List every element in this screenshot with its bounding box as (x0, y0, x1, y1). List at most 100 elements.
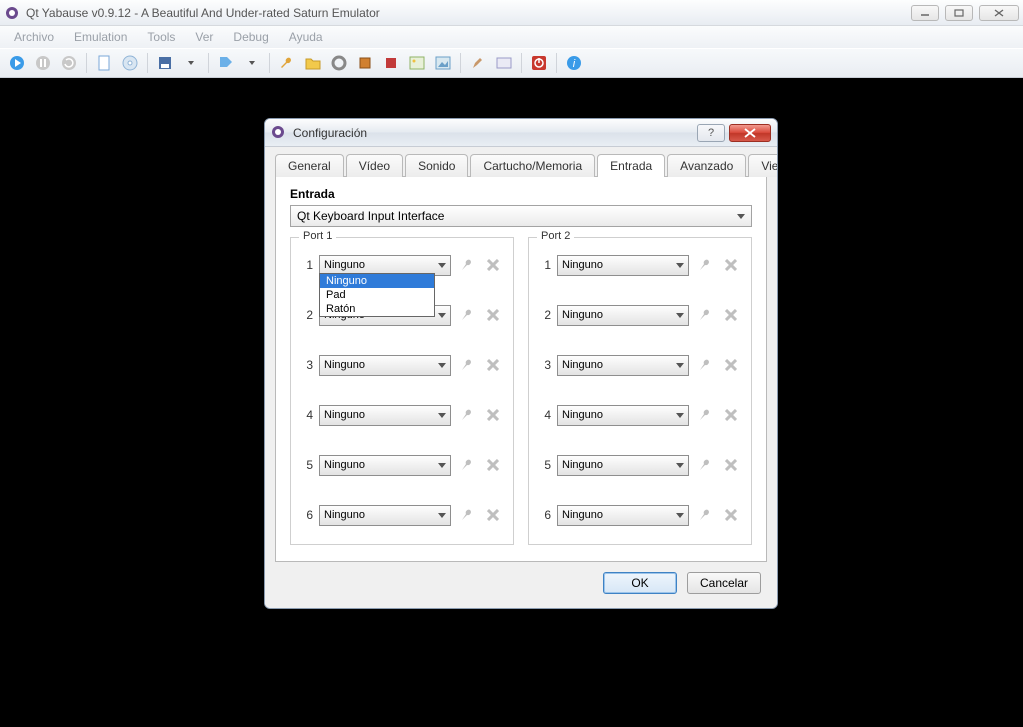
port2-slot1-select[interactable]: Ninguno (557, 255, 689, 276)
tab-general[interactable]: General (275, 154, 344, 177)
port1-slot6: 6 Ninguno (301, 502, 503, 528)
play-icon[interactable] (6, 52, 28, 74)
port1-slot6-select[interactable]: Ninguno (319, 505, 451, 526)
ok-button[interactable]: OK (603, 572, 677, 594)
maximize-button[interactable] (945, 5, 973, 21)
tag-icon[interactable] (215, 52, 237, 74)
config-dialog: Configuración ? General Vídeo Sonido Car… (264, 118, 778, 609)
clear-icon[interactable] (483, 355, 503, 375)
device-dropdown[interactable]: Ninguno Pad Ratón (319, 273, 435, 317)
port2-slot2-select[interactable]: Ninguno (557, 305, 689, 326)
port2-slot2: 2 Ninguno (539, 302, 741, 328)
reset-icon[interactable] (58, 52, 80, 74)
port1-slot4-select[interactable]: Ninguno (319, 405, 451, 426)
wrench-icon[interactable] (457, 455, 477, 475)
clear-icon[interactable] (483, 305, 503, 325)
wrench-icon[interactable] (695, 305, 715, 325)
clear-icon[interactable] (721, 355, 741, 375)
dialog-close-button[interactable] (729, 124, 771, 142)
app-icon (4, 5, 20, 21)
port2-slot5: 5 Ninguno (539, 452, 741, 478)
clear-icon[interactable] (721, 405, 741, 425)
clear-icon[interactable] (483, 405, 503, 425)
port1-slot5: 5 Ninguno (301, 452, 503, 478)
port1-slot3-select[interactable]: Ninguno (319, 355, 451, 376)
port2-slot3-select[interactable]: Ninguno (557, 355, 689, 376)
wrench-icon[interactable] (457, 305, 477, 325)
dropdown-option[interactable]: Pad (320, 288, 434, 302)
wrench-icon[interactable] (457, 355, 477, 375)
dialog-icon (271, 125, 287, 141)
save-dropdown-icon[interactable] (180, 52, 202, 74)
clear-icon[interactable] (483, 455, 503, 475)
wrench-icon[interactable] (457, 255, 477, 275)
disc-icon[interactable] (119, 52, 141, 74)
clear-icon[interactable] (721, 505, 741, 525)
cancel-button[interactable]: Cancelar (687, 572, 761, 594)
ring-icon[interactable] (328, 52, 350, 74)
window-title: Qt Yabause v0.9.12 - A Beautiful And Und… (26, 6, 911, 20)
clear-icon[interactable] (483, 255, 503, 275)
clear-icon[interactable] (721, 255, 741, 275)
card-icon[interactable] (493, 52, 515, 74)
tag-dropdown-icon[interactable] (241, 52, 263, 74)
wrench-icon[interactable] (276, 52, 298, 74)
port2-group: Port 2 1 Ninguno 2 Ninguno 3 (528, 237, 752, 545)
clear-icon[interactable] (721, 455, 741, 475)
picture-icon[interactable] (406, 52, 428, 74)
pause-icon[interactable] (32, 52, 54, 74)
image-icon[interactable] (432, 52, 454, 74)
dialog-title: Configuración (293, 126, 697, 140)
minimize-button[interactable] (911, 5, 939, 21)
clear-icon[interactable] (483, 505, 503, 525)
port2-slot4-select[interactable]: Ninguno (557, 405, 689, 426)
port1-slot3: 3 Ninguno (301, 352, 503, 378)
port2-slot5-select[interactable]: Ninguno (557, 455, 689, 476)
port2-slot6-select[interactable]: Ninguno (557, 505, 689, 526)
tab-video[interactable]: Vídeo (346, 154, 403, 177)
menu-emulation[interactable]: Emulation (64, 28, 137, 46)
brush-icon[interactable] (467, 52, 489, 74)
dropdown-option[interactable]: Ninguno (320, 274, 434, 288)
chevron-down-icon (737, 214, 745, 219)
close-button[interactable] (979, 5, 1019, 21)
document-icon[interactable] (93, 52, 115, 74)
port1-slot4: 4 Ninguno (301, 402, 503, 428)
chip-icon[interactable] (354, 52, 376, 74)
menu-ayuda[interactable]: Ayuda (279, 28, 333, 46)
interface-value: Qt Keyboard Input Interface (297, 209, 444, 223)
interface-select[interactable]: Qt Keyboard Input Interface (290, 205, 752, 227)
menu-debug[interactable]: Debug (223, 28, 278, 46)
dialog-title-bar[interactable]: Configuración ? (265, 119, 777, 147)
folder-icon[interactable] (302, 52, 324, 74)
tab-avanzado[interactable]: Avanzado (667, 154, 746, 177)
tab-view[interactable]: View (748, 154, 778, 177)
port1-legend: Port 1 (299, 230, 336, 242)
clear-icon[interactable] (721, 305, 741, 325)
tab-sonido[interactable]: Sonido (405, 154, 468, 177)
tab-cartucho[interactable]: Cartucho/Memoria (470, 154, 595, 177)
menu-archivo[interactable]: Archivo (4, 28, 64, 46)
menu-tools[interactable]: Tools (137, 28, 185, 46)
toolbar: i (0, 48, 1023, 78)
cube-icon[interactable] (380, 52, 402, 74)
wrench-icon[interactable] (695, 405, 715, 425)
wrench-icon[interactable] (457, 505, 477, 525)
port1-slot1: 1 Ninguno Ninguno Pad Ratón (301, 252, 503, 278)
info-icon[interactable]: i (563, 52, 585, 74)
port2-slot1: 1 Ninguno (539, 252, 741, 278)
port1-slot5-select[interactable]: Ninguno (319, 455, 451, 476)
help-button[interactable]: ? (697, 124, 725, 142)
wrench-icon[interactable] (695, 455, 715, 475)
save-icon[interactable] (154, 52, 176, 74)
wrench-icon[interactable] (695, 355, 715, 375)
port2-slot6: 6 Ninguno (539, 502, 741, 528)
wrench-icon[interactable] (457, 405, 477, 425)
port1-group: Port 1 1 Ninguno Ninguno Pad Ratón (290, 237, 514, 545)
power-icon[interactable] (528, 52, 550, 74)
menu-ver[interactable]: Ver (185, 28, 223, 46)
wrench-icon[interactable] (695, 255, 715, 275)
tab-entrada[interactable]: Entrada (597, 154, 665, 177)
wrench-icon[interactable] (695, 505, 715, 525)
dropdown-option[interactable]: Ratón (320, 302, 434, 316)
